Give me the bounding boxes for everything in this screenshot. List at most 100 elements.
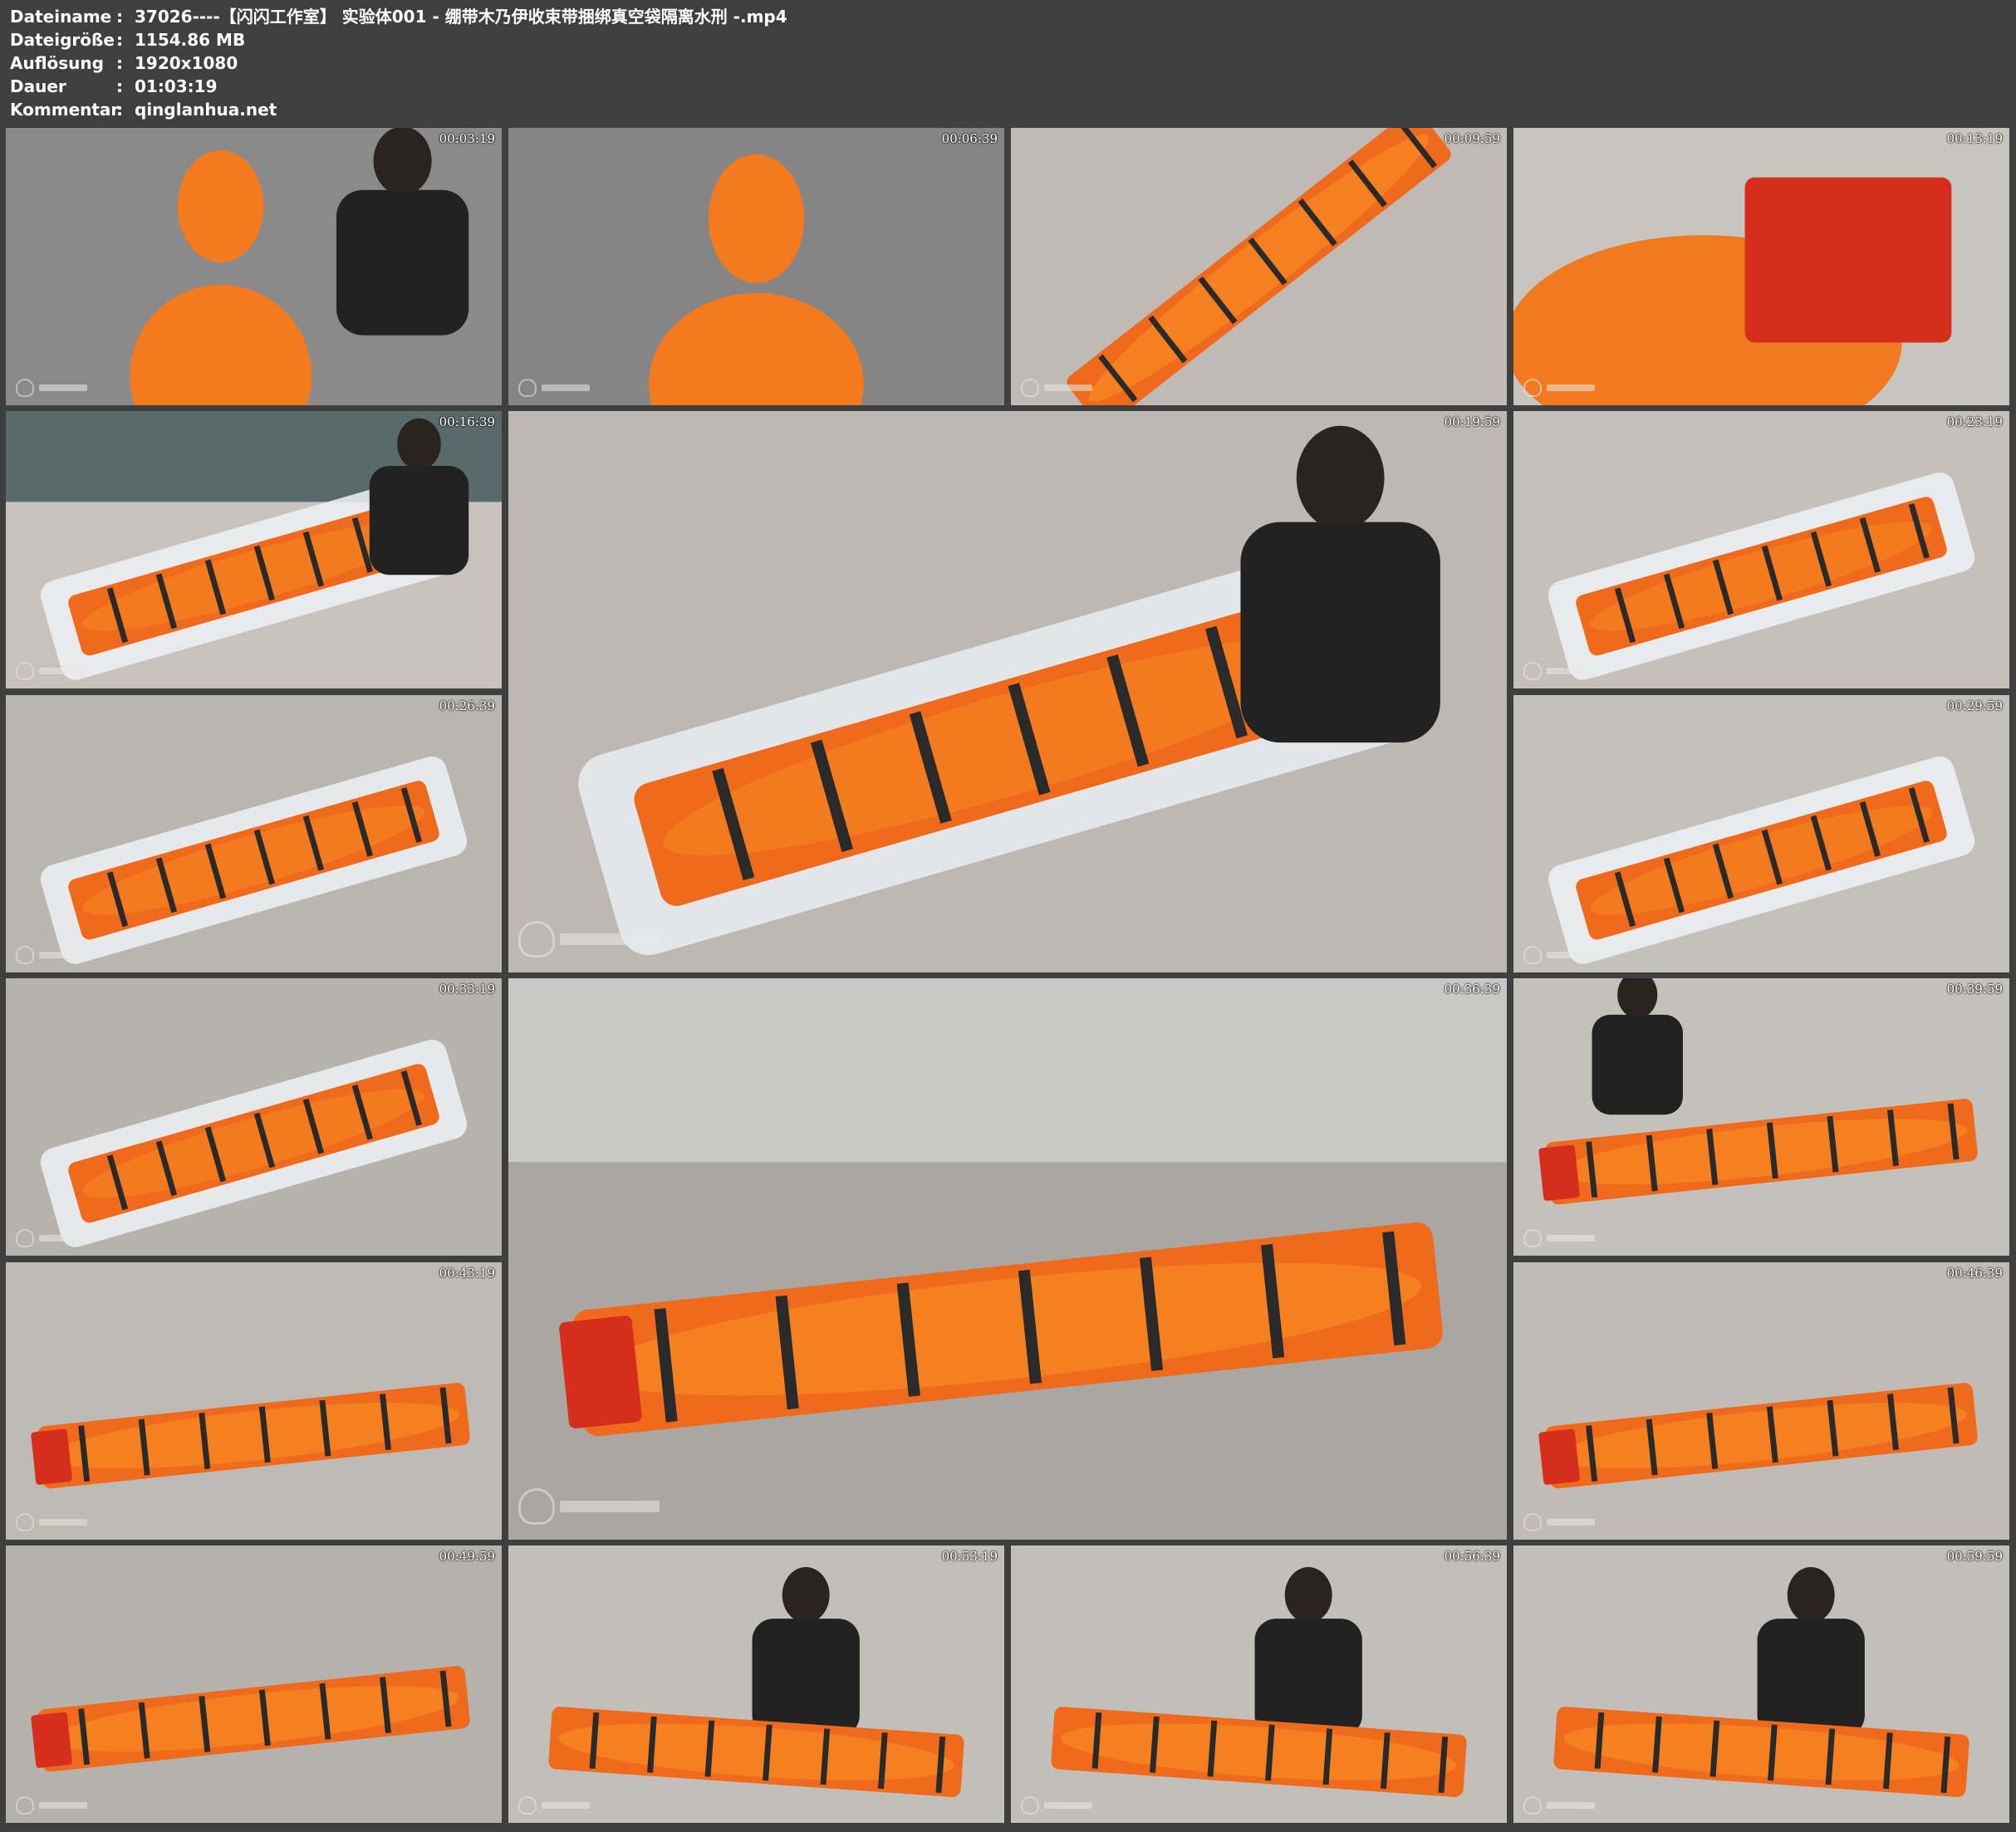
watermark-wordmark (1547, 668, 1595, 674)
watermark-wordmark (39, 385, 87, 391)
head-block-shape (559, 1315, 642, 1429)
timestamp-label: 00:53:19 (941, 1549, 998, 1564)
timestamp-label: 00:09:59 (1444, 131, 1500, 146)
watermark-wordmark (39, 668, 87, 674)
person-shirt-shape (1592, 1014, 1683, 1115)
studio-watermark (16, 660, 87, 682)
timestamp-label: 00:23:19 (1946, 414, 2003, 429)
head-block-shape (1538, 1428, 1580, 1485)
person-shirt-shape (752, 1619, 860, 1737)
video-thumbnail: 00:13:19 (1513, 128, 2009, 405)
video-thumbnail: 00:49:59 (6, 1545, 502, 1823)
video-thumbnail: 00:39:59 (1513, 978, 2009, 1256)
frame-image (1513, 978, 2009, 1256)
thumbnail-grid: 00:03:19 00:06:39 00:09:59 00:13:19 00:16:39… (0, 0, 2016, 1832)
person-shirt-shape (1757, 1619, 1865, 1737)
watermark-wordmark (1547, 1802, 1595, 1809)
video-thumbnail: 00:36:39 (508, 978, 1507, 1540)
watermark-wordmark (542, 385, 590, 391)
frame-image (6, 978, 502, 1256)
frame-image (1513, 411, 2009, 688)
watermark-wordmark (39, 1519, 87, 1526)
studio-watermark (16, 944, 87, 966)
person-head-shape (1296, 425, 1385, 531)
frame-image (1513, 1545, 2009, 1823)
timestamp-label: 00:03:19 (439, 131, 495, 146)
person-head-shape (1284, 1567, 1332, 1624)
gas-mask-logo-icon (16, 946, 34, 964)
timestamp-label: 00:49:59 (439, 1549, 495, 1564)
watermark-wordmark (542, 1802, 590, 1809)
frame-image (1513, 695, 2009, 972)
frame-image (6, 1545, 502, 1823)
video-thumbnail: 00:16:39 (6, 411, 502, 688)
timestamp-label: 00:33:19 (439, 982, 495, 997)
frame-image (1011, 1545, 1507, 1823)
studio-watermark (16, 377, 87, 399)
video-thumbnail: 00:33:19 (6, 978, 502, 1256)
studio-watermark (518, 377, 590, 399)
head-block-shape (31, 1428, 72, 1485)
timestamp-label: 00:13:19 (1946, 131, 2003, 146)
gas-mask-logo-icon (518, 1796, 537, 1815)
watermark-wordmark (1547, 385, 1595, 391)
wall-shape (508, 978, 1507, 1163)
studio-watermark (1523, 1795, 1595, 1816)
gas-mask-logo-icon (16, 1229, 34, 1247)
studio-watermark (518, 1795, 590, 1816)
studio-watermark (1523, 377, 1595, 399)
person-shirt-shape (336, 189, 469, 336)
person-shirt-shape (1254, 1619, 1362, 1737)
timestamp-label: 00:36:39 (1444, 982, 1500, 997)
frame-image (6, 411, 502, 688)
frame-image (1513, 128, 2009, 405)
frame-image (508, 1545, 1004, 1823)
watermark-wordmark (39, 952, 87, 958)
timestamp-label: 00:43:19 (439, 1266, 495, 1281)
frame-image (1513, 1262, 2009, 1540)
watermark-wordmark (1547, 1519, 1595, 1526)
watermark-wordmark (560, 933, 660, 945)
video-thumbnail: 00:23:19 (1513, 411, 2009, 688)
video-thumbnail: 00:59:59 (1513, 1545, 2009, 1823)
video-thumbnail: 00:26:39 (6, 695, 502, 972)
studio-watermark (518, 918, 660, 961)
video-thumbnail: 00:06:39 (508, 128, 1004, 405)
gas-mask-logo-icon (1021, 1796, 1039, 1815)
studio-watermark (1523, 1511, 1595, 1533)
watermark-wordmark (1044, 385, 1092, 391)
gas-mask-logo-icon (1523, 1229, 1542, 1247)
studio-watermark (16, 1511, 87, 1533)
timestamp-label: 00:16:39 (439, 414, 495, 429)
video-thumbnail: 00:53:19 (508, 1545, 1004, 1823)
frame-image (6, 1262, 502, 1540)
timestamp-label: 00:56:39 (1444, 1549, 1500, 1564)
video-thumbnail: 00:03:19 (6, 128, 502, 405)
gas-mask-logo-icon (1021, 379, 1039, 397)
gas-mask-logo-icon (1523, 1513, 1542, 1531)
gas-mask-logo-icon (16, 1513, 34, 1531)
watermark-wordmark (1547, 1235, 1595, 1242)
gas-mask-logo-icon (1523, 379, 1542, 397)
person-head-shape (373, 128, 432, 196)
timestamp-label: 00:39:59 (1946, 982, 2003, 997)
person-head-shape (1787, 1567, 1835, 1624)
studio-watermark (1021, 377, 1092, 399)
frame-image (6, 128, 502, 405)
person-shirt-shape (1240, 522, 1440, 743)
studio-watermark (16, 1795, 87, 1816)
gas-mask-logo-icon (1523, 1796, 1542, 1815)
watermark-wordmark (39, 1802, 87, 1809)
gas-mask-logo-icon (16, 662, 34, 680)
video-thumbnail: 00:56:39 (1011, 1545, 1507, 1823)
timestamp-label: 00:29:59 (1946, 698, 2003, 713)
gas-mask-logo-icon (16, 379, 34, 397)
person-shirt-shape (369, 466, 469, 576)
studio-watermark (1523, 660, 1595, 682)
video-thumbnail: 00:19:59 (508, 411, 1507, 972)
video-thumbnail: 00:29:59 (1513, 695, 2009, 972)
frame-image (1011, 128, 1507, 405)
studio-watermark (1523, 1227, 1595, 1249)
gas-mask-logo-icon (518, 1488, 555, 1525)
frame-image (508, 128, 1004, 405)
